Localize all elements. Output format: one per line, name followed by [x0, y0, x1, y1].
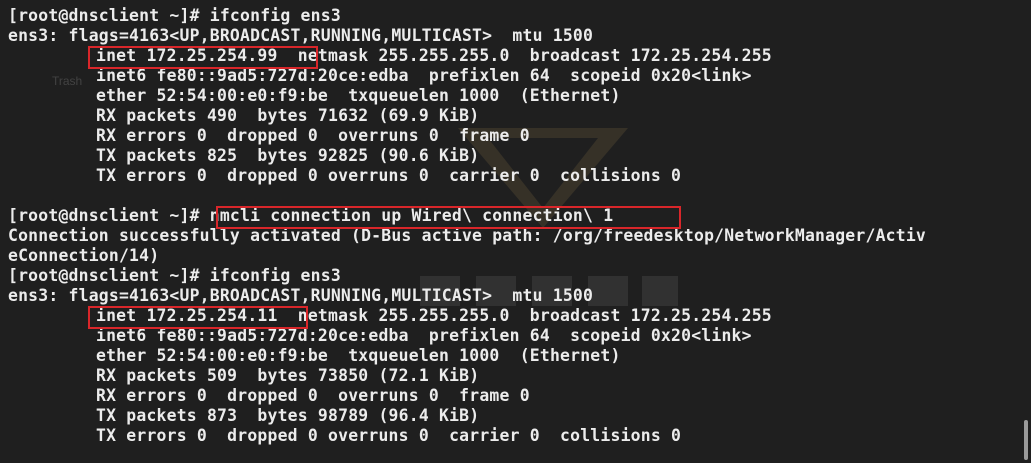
- terminal-line: TX packets 825 bytes 92825 (90.6 KiB): [96, 146, 480, 165]
- terminal-line: RX errors 0 dropped 0 overruns 0 frame 0: [96, 126, 530, 145]
- terminal-line: TX packets 873 bytes 98789 (96.4 KiB): [96, 406, 480, 425]
- terminal-line: [root@dnsclient ~]# nmcli connection up …: [8, 206, 614, 225]
- terminal-line: inet 172.25.254.11 netmask 255.255.255.0…: [96, 306, 772, 325]
- terminal-scrollbar[interactable]: [1021, 0, 1031, 463]
- terminal-line: [root@dnsclient ~]# ifconfig ens3: [8, 6, 341, 25]
- terminal-line: ether 52:54:00:e0:f9:be txqueuelen 1000 …: [96, 346, 621, 365]
- terminal-line: TX errors 0 dropped 0 overruns 0 carrier…: [96, 426, 682, 445]
- terminal-line: inet6 fe80::9ad5:727d:20ce:edba prefixle…: [96, 66, 752, 85]
- terminal-line: TX errors 0 dropped 0 overruns 0 carrier…: [96, 166, 682, 185]
- terminal-line: inet 172.25.254.99 netmask 255.255.255.0…: [96, 46, 772, 65]
- terminal-line: RX errors 0 dropped 0 overruns 0 frame 0: [96, 386, 530, 405]
- terminal-line: ens3: flags=4163<UP,BROADCAST,RUNNING,MU…: [8, 286, 594, 305]
- terminal-line: ens3: flags=4163<UP,BROADCAST,RUNNING,MU…: [8, 26, 594, 45]
- terminal-window[interactable]: Trash [root@dnsclient ~]# ifconfig ens3 …: [0, 0, 1031, 463]
- terminal-line: [root@dnsclient ~]# ifconfig ens3: [8, 266, 341, 285]
- terminal-output: [root@dnsclient ~]# ifconfig ens3 ens3: …: [8, 6, 1031, 446]
- terminal-line: eConnection/14): [8, 246, 160, 265]
- terminal-line: inet6 fe80::9ad5:727d:20ce:edba prefixle…: [96, 326, 752, 345]
- terminal-line: RX packets 490 bytes 71632 (69.9 KiB): [96, 106, 480, 125]
- scrollbar-thumb[interactable]: [1024, 420, 1028, 460]
- terminal-line: RX packets 509 bytes 73850 (72.1 KiB): [96, 366, 480, 385]
- terminal-line: ether 52:54:00:e0:f9:be txqueuelen 1000 …: [96, 86, 621, 105]
- terminal-line: Connection successfully activated (D-Bus…: [8, 226, 927, 245]
